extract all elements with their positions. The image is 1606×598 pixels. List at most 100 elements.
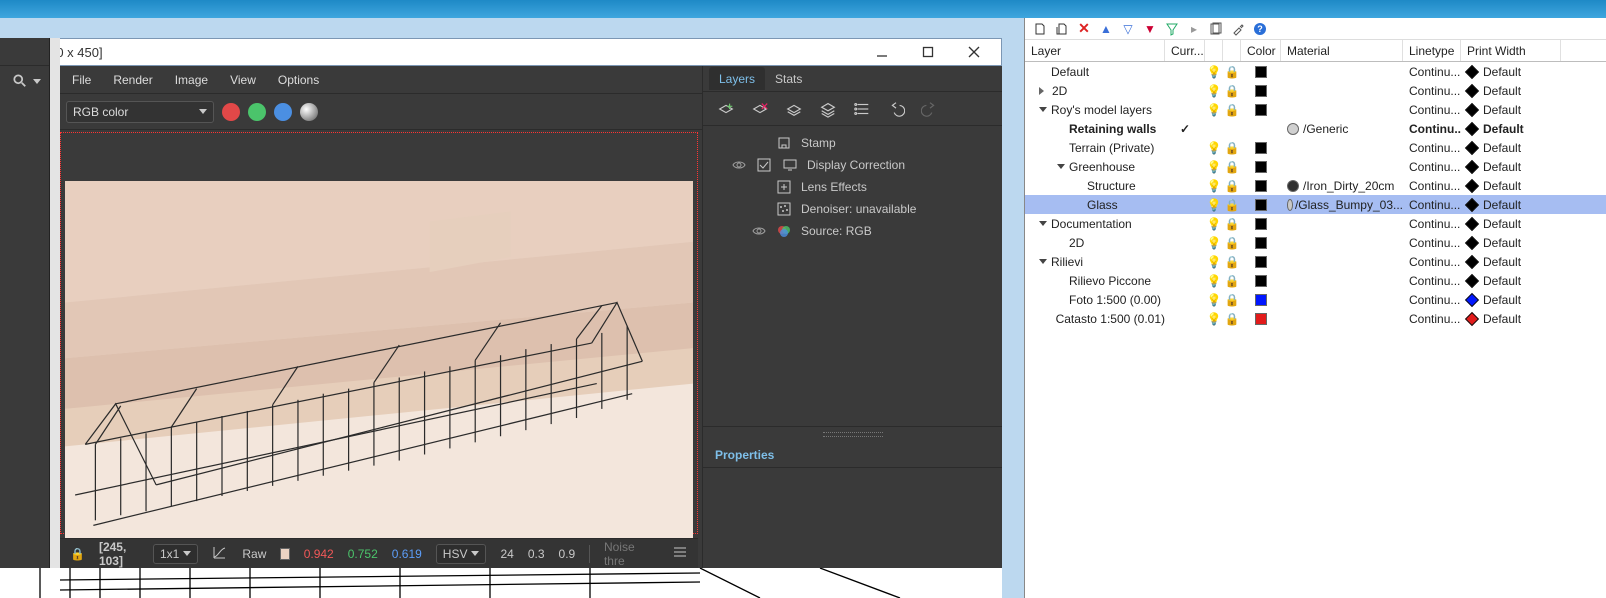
layer-printwidth[interactable]: Default <box>1461 119 1561 138</box>
eye-icon[interactable] <box>731 160 747 170</box>
layer-visible-toggle[interactable]: 💡 <box>1205 81 1223 100</box>
tree-display-correction[interactable]: Display Correction <box>703 154 1002 176</box>
tree-lens-effects[interactable]: Lens Effects <box>703 176 1002 198</box>
layer-printwidth[interactable]: Default <box>1461 100 1561 119</box>
checkbox-icon[interactable] <box>755 158 773 172</box>
layer-material[interactable] <box>1281 271 1403 290</box>
layer-current[interactable] <box>1165 214 1205 233</box>
menu-image[interactable]: Image <box>175 73 208 87</box>
layer-color-swatch[interactable] <box>1241 138 1281 157</box>
list-icon[interactable] <box>849 96 875 122</box>
layer-material[interactable] <box>1281 81 1403 100</box>
layer-visible-toggle[interactable]: 💡 <box>1205 290 1223 309</box>
layer-row[interactable]: Foto 1:500 (0.00)💡🔒Continu...Default <box>1025 290 1606 309</box>
layer-visible-toggle[interactable]: 💡 <box>1205 233 1223 252</box>
layer-color-swatch[interactable] <box>1241 176 1281 195</box>
layer-row[interactable]: Greenhouse💡🔒Continu...Default <box>1025 157 1606 176</box>
layer-color-swatch[interactable] <box>1241 195 1281 214</box>
add-layer-icon[interactable] <box>713 96 739 122</box>
layer-current[interactable] <box>1165 138 1205 157</box>
layer-lock-toggle[interactable]: 🔒 <box>1223 138 1241 157</box>
layer-material[interactable] <box>1281 100 1403 119</box>
minimize-button[interactable] <box>859 39 905 65</box>
sample-size[interactable]: 1x1 <box>153 544 198 564</box>
layer-row[interactable]: 2D💡🔒Continu...Default <box>1025 81 1606 100</box>
layer-color-swatch[interactable] <box>1241 214 1281 233</box>
layer-row[interactable]: Roy's model layers💡🔒Continu...Default <box>1025 100 1606 119</box>
layer-linetype[interactable]: Continu... <box>1403 271 1461 290</box>
menu-file[interactable]: File <box>72 73 91 87</box>
layer-printwidth[interactable]: Default <box>1461 62 1561 81</box>
layer-lock-toggle[interactable]: 🔒 <box>1223 252 1241 271</box>
layer-current[interactable] <box>1165 271 1205 290</box>
layer-linetype[interactable]: Continu... <box>1403 81 1461 100</box>
tree-stamp[interactable]: Stamp <box>703 132 1002 154</box>
layer-visible-toggle[interactable]: 💡 <box>1205 271 1223 290</box>
layer-printwidth[interactable]: Default <box>1461 214 1561 233</box>
layer-color-swatch[interactable] <box>1241 271 1281 290</box>
layer-printwidth[interactable]: Default <box>1461 252 1561 271</box>
col-linetype[interactable]: Linetype <box>1403 40 1461 61</box>
layer-row[interactable]: Default💡🔒Continu...Default <box>1025 62 1606 81</box>
layer-color-swatch[interactable] <box>1241 100 1281 119</box>
tab-layers[interactable]: Layers <box>709 67 765 90</box>
red-channel-dot[interactable] <box>222 103 240 121</box>
layer-current[interactable] <box>1165 157 1205 176</box>
layer-row[interactable]: Retaining walls✓/GenericContinu...Defaul… <box>1025 119 1606 138</box>
layer-current[interactable] <box>1165 195 1205 214</box>
layer-row[interactable]: Documentation💡🔒Continu...Default <box>1025 214 1606 233</box>
layer-lock-toggle[interactable]: 🔒 <box>1223 214 1241 233</box>
layer-color-swatch[interactable] <box>1241 62 1281 81</box>
lock-icon[interactable]: 🔒 <box>70 547 85 561</box>
new-sublayer-icon[interactable] <box>1053 20 1071 38</box>
layer-visible-toggle[interactable]: 💡 <box>1205 100 1223 119</box>
layer-linetype[interactable]: Continu... <box>1403 62 1461 81</box>
layer-printwidth[interactable]: Default <box>1461 81 1561 100</box>
layer-printwidth[interactable]: Default <box>1461 138 1561 157</box>
layer-material[interactable] <box>1281 309 1403 328</box>
layer-row[interactable]: Terrain (Private)💡🔒Continu...Default <box>1025 138 1606 157</box>
col-lock[interactable] <box>1223 40 1241 61</box>
green-channel-dot[interactable] <box>248 103 266 121</box>
properties-header[interactable]: Properties <box>703 442 1002 468</box>
move-down-filled-icon[interactable]: ▼ <box>1141 20 1159 38</box>
move-down-icon[interactable]: ▽ <box>1119 20 1137 38</box>
delete-layer-icon[interactable] <box>747 96 773 122</box>
layer-material[interactable]: /Generic <box>1281 119 1403 138</box>
layer-current[interactable] <box>1165 100 1205 119</box>
undo-icon[interactable] <box>883 96 909 122</box>
layer-linetype[interactable]: Continu... <box>1403 233 1461 252</box>
layer-linetype[interactable]: Continu... <box>1403 138 1461 157</box>
col-material[interactable]: Material <box>1281 40 1403 61</box>
render-viewport[interactable] <box>60 132 698 534</box>
layer-lock-toggle[interactable]: 🔒 <box>1223 271 1241 290</box>
layer-states-icon[interactable] <box>1207 20 1225 38</box>
layer-color-swatch[interactable] <box>1241 157 1281 176</box>
col-color[interactable]: Color <box>1241 40 1281 61</box>
layer-visible-toggle[interactable]: 💡 <box>1205 176 1223 195</box>
layer-lock-toggle[interactable]: 🔒 <box>1223 195 1241 214</box>
layer-header-row[interactable]: Layer Curr... Color Material Linetype Pr… <box>1025 40 1606 62</box>
layer-linetype[interactable]: Continu... <box>1403 119 1461 138</box>
new-layer-icon[interactable] <box>1031 20 1049 38</box>
eye-icon[interactable] <box>751 226 767 236</box>
layer-linetype[interactable]: Continu... <box>1403 195 1461 214</box>
layer-visible-toggle[interactable]: 💡 <box>1205 195 1223 214</box>
search-icon[interactable] <box>13 74 27 88</box>
chevron-right-icon[interactable] <box>1039 87 1048 95</box>
col-layer[interactable]: Layer <box>1025 40 1165 61</box>
panel-splitter[interactable] <box>703 426 1002 442</box>
move-up-icon[interactable]: ▲ <box>1097 20 1115 38</box>
chevron-down-icon[interactable] <box>33 79 41 84</box>
channel-dropdown[interactable]: RGB color <box>66 101 214 123</box>
chevron-down-icon[interactable] <box>1039 107 1047 112</box>
layer-material[interactable] <box>1281 138 1403 157</box>
hsv-toggle[interactable]: HSV <box>436 544 487 564</box>
layer-lock-toggle[interactable]: 🔒 <box>1223 81 1241 100</box>
tree-denoiser[interactable]: Denoiser: unavailable <box>703 198 1002 220</box>
layer-material[interactable] <box>1281 62 1403 81</box>
layer-color-swatch[interactable] <box>1241 252 1281 271</box>
menu-hamburger-icon[interactable] <box>672 544 688 563</box>
redo-icon[interactable] <box>917 96 943 122</box>
layer-material[interactable] <box>1281 214 1403 233</box>
